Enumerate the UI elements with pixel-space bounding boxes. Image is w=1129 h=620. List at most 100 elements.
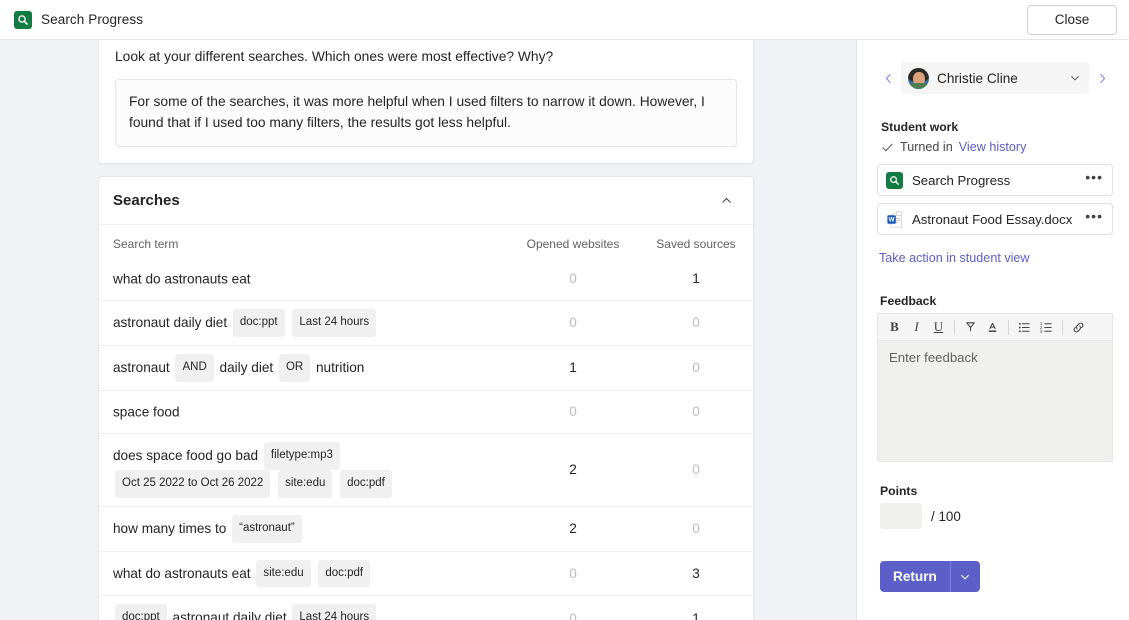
table-row: what do astronauts eat 01 bbox=[99, 258, 755, 301]
opened-websites-cell: 2 bbox=[509, 434, 637, 507]
attachment-name: Search Progress bbox=[912, 173, 1073, 188]
saved-sources-cell: 1 bbox=[637, 596, 755, 620]
chevron-up-icon[interactable] bbox=[715, 189, 737, 211]
student-selector[interactable]: Christie Cline bbox=[901, 62, 1089, 94]
search-term-cell: doc:ppt astronaut daily diet Last 24 hou… bbox=[99, 596, 509, 620]
points-input[interactable] bbox=[880, 503, 922, 529]
chevron-down-icon[interactable] bbox=[1069, 72, 1081, 84]
points-label: Points bbox=[880, 484, 1113, 498]
bold-icon[interactable]: B bbox=[884, 317, 905, 338]
highlight-icon[interactable] bbox=[960, 317, 981, 338]
attachment-item[interactable]: Search Progress ••• bbox=[877, 164, 1113, 196]
search-term-text: daily diet bbox=[220, 360, 274, 375]
close-button[interactable]: Close bbox=[1027, 5, 1117, 35]
opened-websites-cell: 0 bbox=[509, 596, 637, 620]
feedback-label: Feedback bbox=[880, 294, 1113, 308]
saved-sources-cell: 0 bbox=[637, 345, 755, 390]
opened-websites-cell: 0 bbox=[509, 258, 637, 301]
points-total: / 100 bbox=[931, 509, 961, 524]
reflection-question: Look at your different searches. Which o… bbox=[115, 47, 737, 67]
search-term-text: nutrition bbox=[316, 360, 364, 375]
search-term-cell: space food bbox=[99, 390, 509, 433]
opened-websites-cell: 0 bbox=[509, 301, 637, 346]
font-color-icon[interactable] bbox=[982, 317, 1003, 338]
saved-sources-cell: 0 bbox=[637, 506, 755, 551]
table-row: space food 00 bbox=[99, 390, 755, 433]
main-content: Look at your different searches. Which o… bbox=[0, 40, 856, 620]
view-history-link[interactable]: View history bbox=[959, 140, 1027, 154]
search-filter-tag: site:edu bbox=[278, 470, 332, 498]
opened-websites-cell: 0 bbox=[509, 551, 637, 596]
toolbar-divider bbox=[1062, 320, 1063, 335]
link-icon[interactable] bbox=[1068, 317, 1089, 338]
attachment-more-options-button[interactable]: ••• bbox=[1082, 172, 1106, 188]
table-row: how many times to “astronaut” 20 bbox=[99, 506, 755, 551]
column-header-search-term: Search term bbox=[99, 225, 509, 258]
search-term-text: what do astronauts eat bbox=[113, 271, 251, 286]
search-term-cell: what do astronauts eat site:edu doc:pdf bbox=[99, 551, 509, 596]
table-header-row: Search term Opened websites Saved source… bbox=[99, 225, 755, 258]
word-document-icon: W bbox=[886, 211, 903, 228]
search-term-cell: astronaut daily diet doc:ppt Last 24 hou… bbox=[99, 301, 509, 346]
table-row: doc:ppt astronaut daily diet Last 24 hou… bbox=[99, 596, 755, 620]
column-header-saved-sources: Saved sources bbox=[637, 225, 755, 258]
search-filter-tag: Oct 25 2022 to Oct 26 2022 bbox=[115, 470, 270, 498]
saved-sources-cell: 1 bbox=[637, 258, 755, 301]
opened-websites-cell: 1 bbox=[509, 345, 637, 390]
search-term-cell: astronaut AND daily diet OR nutrition bbox=[99, 345, 509, 390]
search-filter-tag: filetype:mp3 bbox=[264, 442, 340, 470]
feedback-input[interactable]: Enter feedback bbox=[878, 341, 1112, 461]
student-work-label: Student work bbox=[881, 120, 1113, 134]
return-button[interactable]: Return bbox=[880, 561, 950, 592]
search-term-text: astronaut bbox=[113, 360, 170, 375]
search-filter-tag: site:edu bbox=[256, 560, 310, 588]
search-filter-tag: doc:ppt bbox=[233, 309, 285, 337]
window-titlebar: Search Progress Close bbox=[0, 0, 1129, 40]
toolbar-divider bbox=[1008, 320, 1009, 335]
turned-in-text: Turned in bbox=[900, 140, 953, 154]
search-progress-window: Search Progress Close Look at your diffe… bbox=[0, 0, 1129, 620]
search-progress-icon bbox=[886, 172, 903, 189]
table-row: does space food go bad filetype:mp3 Oct … bbox=[99, 434, 755, 507]
search-filter-tag: doc:pdf bbox=[318, 560, 370, 588]
titlebar-right: Close bbox=[1027, 5, 1117, 35]
underline-icon[interactable]: U bbox=[928, 317, 949, 338]
window-title: Search Progress bbox=[41, 12, 143, 27]
chevron-right-icon[interactable] bbox=[1091, 64, 1113, 92]
attachment-list: Search Progress ••• W Astronaut Food Essay.… bbox=[877, 164, 1113, 235]
search-term-text: what do astronauts eat bbox=[113, 566, 251, 581]
search-term-cell: what do astronauts eat bbox=[99, 258, 509, 301]
search-term-cell: does space food go bad filetype:mp3 Oct … bbox=[99, 434, 509, 507]
saved-sources-cell: 0 bbox=[637, 434, 755, 507]
take-action-student-view-link[interactable]: Take action in student view bbox=[879, 251, 1030, 265]
titlebar-left: Search Progress bbox=[14, 11, 143, 29]
search-term-text: astronaut daily diet bbox=[173, 610, 287, 620]
return-split-button: Return bbox=[880, 561, 1113, 592]
reflection-answer: For some of the searches, it was more he… bbox=[115, 79, 737, 147]
attachment-item[interactable]: W Astronaut Food Essay.docx ••• bbox=[877, 203, 1113, 235]
searches-table-body: what do astronauts eat 01astronaut daily… bbox=[99, 258, 755, 620]
attachment-name: Astronaut Food Essay.docx bbox=[912, 212, 1073, 227]
opened-websites-cell: 0 bbox=[509, 390, 637, 433]
search-term-text: how many times to bbox=[113, 521, 226, 536]
chevron-down-icon[interactable] bbox=[950, 561, 980, 592]
avatar bbox=[908, 68, 929, 89]
attachment-more-options-button[interactable]: ••• bbox=[1082, 211, 1106, 227]
searches-table: Search term Opened websites Saved source… bbox=[99, 225, 755, 620]
saved-sources-cell: 3 bbox=[637, 551, 755, 596]
window-body: Look at your different searches. Which o… bbox=[0, 40, 1129, 620]
search-progress-icon bbox=[14, 11, 32, 29]
search-term-cell: how many times to “astronaut” bbox=[99, 506, 509, 551]
chevron-left-icon[interactable] bbox=[877, 64, 899, 92]
searches-table-head: Search term Opened websites Saved source… bbox=[99, 225, 755, 258]
table-row: astronaut daily diet doc:ppt Last 24 hou… bbox=[99, 301, 755, 346]
search-term-text: astronaut daily diet bbox=[113, 315, 227, 330]
numbered-list-icon[interactable]: 1 2 3 bbox=[1036, 317, 1057, 338]
main-content-column: Look at your different searches. Which o… bbox=[98, 40, 754, 620]
searches-section-header[interactable]: Searches bbox=[99, 177, 753, 225]
reflection-card: Look at your different searches. Which o… bbox=[98, 40, 754, 164]
italic-icon[interactable]: I bbox=[906, 317, 927, 338]
bulleted-list-icon[interactable] bbox=[1014, 317, 1035, 338]
feedback-toolbar: B I U bbox=[878, 314, 1112, 341]
checkmark-icon bbox=[881, 141, 894, 154]
